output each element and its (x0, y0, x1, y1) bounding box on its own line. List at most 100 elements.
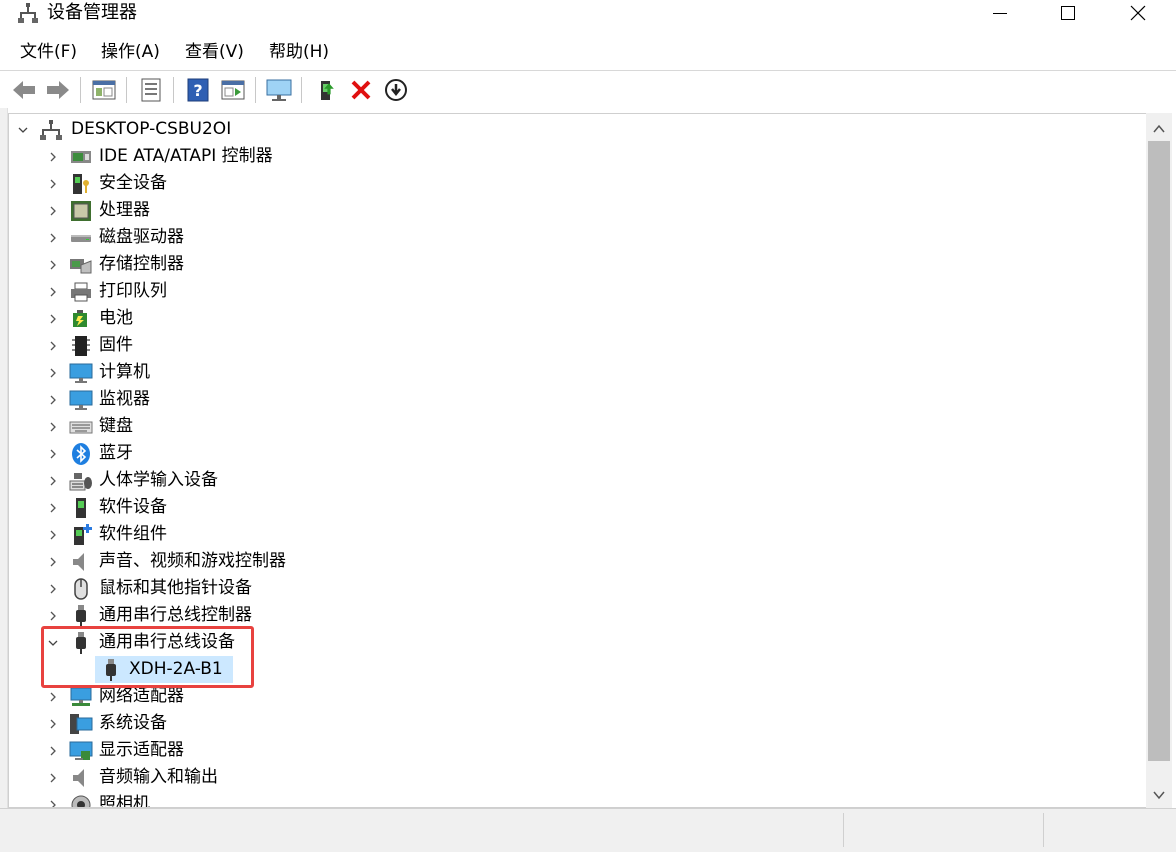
forward-arrow-icon (47, 81, 69, 99)
chevron-right-icon[interactable] (47, 691, 59, 703)
device-tree[interactable]: DESKTOP-CSBU2OI IDE ATA/ATAPI 控制器 安全设备 处… (8, 113, 1146, 808)
console-tree-button[interactable] (90, 76, 118, 104)
tree-item-label: IDE ATA/ATAPI 控制器 (99, 146, 273, 166)
tree-item-software-device[interactable]: 软件设备 (47, 494, 167, 521)
tree-item-disk[interactable]: 磁盘驱动器 (47, 224, 184, 251)
chevron-right-icon[interactable] (47, 340, 59, 352)
tree-item-label: XDH-2A-B1 (129, 659, 223, 679)
tree-item-audio-io[interactable]: 音频输入和输出 (47, 764, 218, 791)
uninstall-device-button[interactable] (347, 76, 375, 104)
tree-item-processor[interactable]: 处理器 (47, 197, 150, 224)
hid-icon (69, 472, 92, 490)
chevron-right-icon[interactable] (47, 205, 59, 217)
scan-hardware-monitor-icon (266, 79, 292, 101)
keyboard-icon (69, 421, 93, 433)
back-button[interactable] (10, 76, 38, 104)
computer-icon (69, 363, 93, 383)
chevron-right-icon[interactable] (47, 745, 59, 757)
tree-item-bluetooth[interactable]: 蓝牙 (47, 440, 133, 467)
menu-action[interactable]: 操作(A) (101, 38, 160, 66)
tree-item-camera[interactable]: 照相机 (47, 791, 150, 809)
tree-item-xdh-device[interactable]: XDH-2A-B1 (95, 656, 233, 683)
window-title: 设备管理器 (47, 2, 137, 23)
tree-item-label: 打印队列 (99, 281, 167, 301)
tree-item-computer[interactable]: 计算机 (47, 359, 150, 386)
menu-file[interactable]: 文件(F) (20, 38, 77, 66)
tree-item-label: 声音、视频和游戏控制器 (99, 551, 286, 571)
chevron-right-icon[interactable] (47, 259, 59, 271)
close-icon (1130, 5, 1146, 21)
tree-item-keyboard[interactable]: 键盘 (47, 413, 133, 440)
tree-item-label: 软件组件 (99, 524, 167, 544)
chevron-right-icon[interactable] (47, 529, 59, 541)
chevron-right-icon[interactable] (47, 286, 59, 298)
menu-bar: 文件(F) 操作(A) 查看(V) 帮助(H) (0, 38, 1176, 66)
properties-button[interactable] (137, 76, 165, 104)
tree-item-hid[interactable]: 人体学输入设备 (47, 467, 218, 494)
chevron-right-icon[interactable] (47, 448, 59, 460)
left-window-edge (0, 108, 8, 808)
chevron-right-icon[interactable] (47, 502, 59, 514)
update-driver-button[interactable] (314, 76, 342, 104)
action-pane-button[interactable] (219, 76, 247, 104)
chevron-right-icon[interactable] (47, 421, 59, 433)
scroll-thumb[interactable] (1148, 141, 1170, 761)
chevron-right-icon[interactable] (47, 475, 59, 487)
scroll-up-button[interactable] (1146, 116, 1172, 142)
chevron-right-icon[interactable] (47, 394, 59, 406)
tree-item-storage[interactable]: 存储控制器 (47, 251, 184, 278)
chevron-right-icon[interactable] (47, 178, 59, 190)
chevron-right-icon[interactable] (47, 367, 59, 379)
show-hide-console-tree-icon (92, 80, 116, 100)
menu-view[interactable]: 查看(V) (185, 38, 244, 66)
tree-item-print-queue[interactable]: 打印队列 (47, 278, 167, 305)
chevron-right-icon[interactable] (47, 799, 59, 809)
disable-device-button[interactable] (382, 76, 410, 104)
back-arrow-icon (13, 81, 35, 99)
chevron-right-icon[interactable] (47, 772, 59, 784)
device-manager-app-icon (18, 3, 38, 23)
tree-item-ide[interactable]: IDE ATA/ATAPI 控制器 (47, 143, 273, 170)
tree-item-label: 照相机 (99, 794, 150, 808)
storage-controller-icon (70, 258, 92, 273)
properties-icon (141, 78, 161, 102)
bluetooth-icon (72, 442, 90, 465)
tree-item-monitor[interactable]: 监视器 (47, 386, 150, 413)
tree-item-label: 显示适配器 (99, 740, 184, 760)
tree-item-security[interactable]: 安全设备 (47, 170, 167, 197)
tree-item-display-adapter[interactable]: 显示适配器 (47, 737, 184, 764)
tree-root[interactable]: DESKTOP-CSBU2OI (17, 116, 231, 143)
software-component-icon (74, 523, 92, 545)
chevron-right-icon[interactable] (47, 313, 59, 325)
tree-item-battery[interactable]: 电池 (47, 305, 133, 332)
computer-tree-icon (40, 119, 62, 140)
computer-name: DESKTOP-CSBU2OI (71, 119, 232, 139)
chevron-right-icon[interactable] (47, 610, 59, 622)
chevron-right-icon[interactable] (47, 232, 59, 244)
chevron-right-icon[interactable] (47, 583, 59, 595)
tree-item-firmware[interactable]: 固件 (47, 332, 133, 359)
tree-item-sound[interactable]: 声音、视频和游戏控制器 (47, 548, 286, 575)
close-button[interactable] (1110, 0, 1166, 26)
chevron-down-icon[interactable] (17, 124, 29, 136)
minimize-button[interactable] (972, 0, 1028, 26)
ide-controller-icon (71, 150, 91, 163)
maximize-button[interactable] (1040, 0, 1096, 26)
help-button[interactable]: ? (184, 76, 212, 104)
chevron-down-icon[interactable] (47, 637, 59, 649)
tree-item-network[interactable]: 网络适配器 (47, 683, 184, 710)
scroll-down-button[interactable] (1146, 782, 1172, 808)
menu-help[interactable]: 帮助(H) (269, 38, 329, 66)
tree-item-usb-controller[interactable]: 通用串行总线控制器 (47, 602, 252, 629)
chevron-right-icon[interactable] (47, 718, 59, 730)
tree-item-mouse[interactable]: 鼠标和其他指针设备 (47, 575, 252, 602)
chevron-right-icon[interactable] (47, 556, 59, 568)
scan-hardware-button[interactable] (265, 76, 293, 104)
tree-item-software-component[interactable]: 软件组件 (47, 521, 167, 548)
tree-item-usb-device[interactable]: 通用串行总线设备 (47, 629, 235, 656)
chevron-right-icon[interactable] (47, 151, 59, 163)
tree-item-system[interactable]: 系统设备 (47, 710, 167, 737)
title-bar[interactable]: 设备管理器 (0, 0, 1176, 30)
selected-device[interactable]: XDH-2A-B1 (95, 656, 233, 683)
forward-button[interactable] (44, 76, 72, 104)
